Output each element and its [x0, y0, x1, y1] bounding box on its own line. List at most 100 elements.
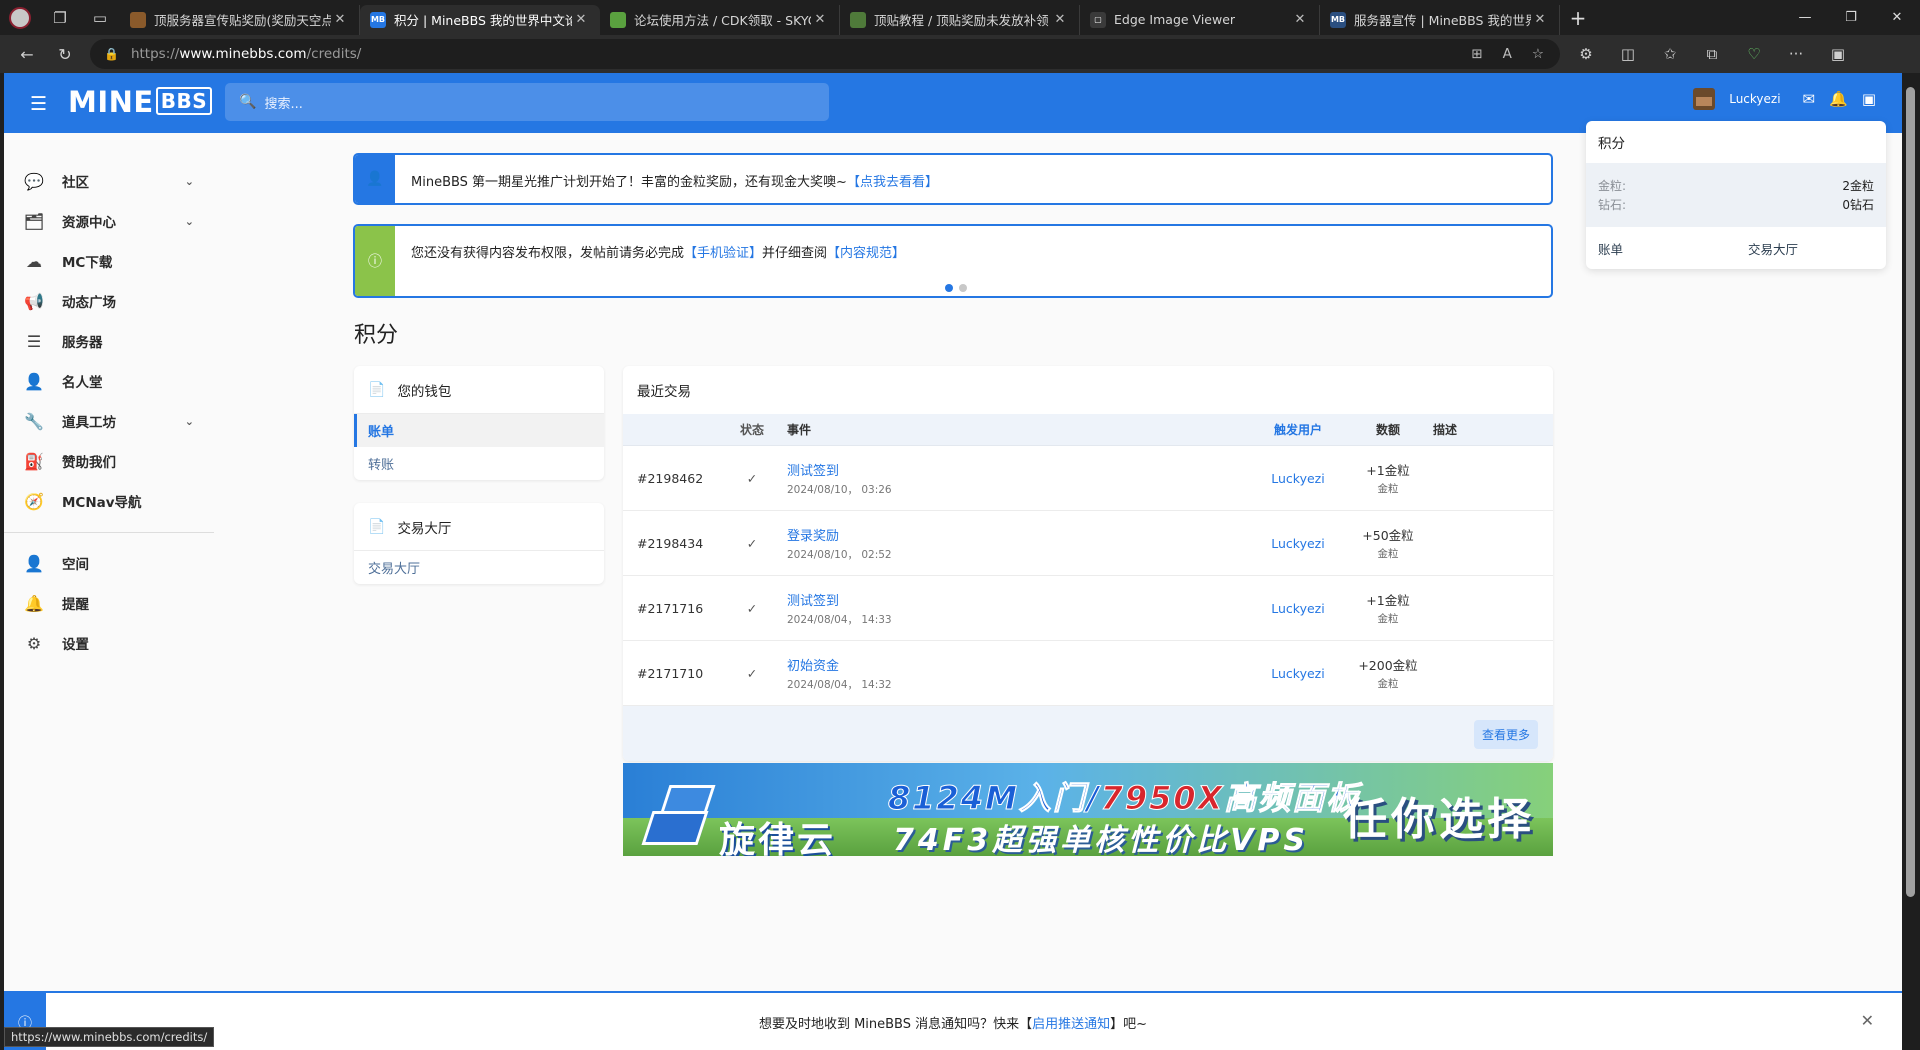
- event-link[interactable]: 测试签到: [787, 460, 1243, 479]
- split-screen-icon[interactable]: ◫: [1610, 39, 1646, 69]
- browser-essentials-icon[interactable]: ♡: [1736, 39, 1772, 69]
- lock-icon[interactable]: 🔒: [104, 47, 119, 61]
- tab-actions-icon[interactable]: ▭: [80, 0, 120, 35]
- sidebar-item[interactable]: 💬 社区 ⌄: [4, 161, 214, 201]
- sidebar-item[interactable]: 🧭 MCNav导航: [4, 481, 214, 521]
- sidebar-item[interactable]: 🔧 道具工坊 ⌄: [4, 401, 214, 441]
- favorites-icon[interactable]: ✩: [1652, 39, 1688, 69]
- profile-icon[interactable]: [0, 0, 40, 35]
- read-aloud-icon[interactable]: A: [1503, 46, 1512, 62]
- refresh-icon[interactable]: ↻: [46, 38, 84, 70]
- carousel-dot-2[interactable]: [959, 284, 967, 292]
- phone-verify-link[interactable]: 【手机验证】: [684, 246, 762, 261]
- extensions-icon[interactable]: ⚙: [1568, 39, 1604, 69]
- browser-tab[interactable]: 论坛使用方法 / CDK领取 - SKYCI ✕: [600, 4, 840, 35]
- avatar[interactable]: [1693, 88, 1716, 110]
- tab-close-icon[interactable]: ✕: [1051, 12, 1069, 27]
- sidebar-item[interactable]: 🗂 资源中心 ⌄: [4, 201, 214, 241]
- menu-hamburger-icon[interactable]: ☰: [30, 93, 47, 115]
- col-desc: 描述: [1433, 423, 1458, 437]
- tab-close-icon[interactable]: ✕: [1291, 12, 1309, 27]
- sidebar-item[interactable]: ☁ MC下载: [4, 241, 214, 281]
- sidebar-item[interactable]: ☰ 服务器: [4, 321, 214, 361]
- credit-label: 金粒:: [1598, 179, 1627, 193]
- address-bar-row: ← ↻ 🔒 https://www.minebbs.com/credits/ ⊞…: [0, 35, 1920, 73]
- workspaces-icon[interactable]: ❐: [40, 0, 80, 35]
- sidebar-item[interactable]: 👤 名人堂: [4, 361, 214, 401]
- page-scrollbar[interactable]: [1902, 73, 1920, 1050]
- url-scheme: https://: [130, 46, 180, 62]
- browser-tab[interactable]: 顶贴教程 / 顶贴奖励未发放补领 ✕: [840, 4, 1080, 35]
- back-icon[interactable]: ←: [8, 38, 46, 70]
- mail-icon[interactable]: ✉: [1803, 90, 1816, 108]
- browser-tab[interactable]: MB 积分 | MineBBS 我的世界中文论坛 ✕: [360, 4, 600, 35]
- sidebar-item-label: 设置: [62, 637, 89, 653]
- tab-title: Edge Image Viewer: [1114, 12, 1236, 27]
- sidebar-item[interactable]: ⛽ 赞助我们: [4, 441, 214, 481]
- new-tab-button[interactable]: +: [1560, 3, 1596, 33]
- sidebar-item[interactable]: 📢 动态广场: [4, 281, 214, 321]
- carousel-dot-1[interactable]: [945, 284, 953, 292]
- app-available-icon[interactable]: ⊞: [1471, 46, 1482, 62]
- sidebar-toggle-icon[interactable]: ▣: [1820, 39, 1856, 69]
- bell-icon[interactable]: 🔔: [1829, 90, 1848, 108]
- more-menu-icon[interactable]: ···: [1778, 39, 1814, 69]
- tab-close-icon[interactable]: ✕: [331, 12, 349, 27]
- sidebar-item[interactable]: 👤 空间: [4, 543, 214, 583]
- collections-icon[interactable]: ⧉: [1694, 39, 1730, 69]
- browser-tab[interactable]: 顶服务器宣传贴奖励(奖励天空点 ✕: [120, 4, 360, 35]
- search-input[interactable]: 🔍 搜索...: [225, 83, 829, 121]
- ad-banner[interactable]: 8124M入门/7950X高频面板 旋律云 74F3超强单核性价比VPS 任你选…: [623, 763, 1553, 856]
- site-logo[interactable]: MINE BBS: [68, 85, 213, 119]
- content-rules-link[interactable]: 【内容规范】: [827, 246, 905, 261]
- sidebar-item-label: MCNav导航: [62, 495, 142, 511]
- window-close-icon[interactable]: ✕: [1874, 0, 1920, 35]
- url-input[interactable]: 🔒 https://www.minebbs.com/credits/ ⊞ A ☆: [90, 39, 1560, 69]
- sidebar-item[interactable]: ⚙ 设置: [4, 623, 214, 663]
- sidebar-item-icon: 📢: [24, 291, 44, 311]
- tab-close-icon[interactable]: ✕: [1531, 12, 1549, 27]
- chevron-down-icon[interactable]: ⌄: [185, 415, 194, 428]
- wallet-link-bill[interactable]: 账单: [354, 414, 604, 447]
- credits-panel-market-link[interactable]: 交易大厅: [1736, 239, 1886, 258]
- wallet-link-transfer[interactable]: 转账: [354, 447, 604, 480]
- minimize-icon[interactable]: —: [1782, 0, 1828, 35]
- chevron-down-icon[interactable]: ⌄: [185, 215, 194, 228]
- credits-panel-bill-link[interactable]: 账单: [1586, 239, 1736, 258]
- transactions-card: 最近交易 状态 事件 触发用户 数额 描述 #2198462 ✓ 测试签到 2024/…: [623, 366, 1553, 761]
- browser-tab[interactable]: MB 服务器宣传 | MineBBS 我的世界中 ✕: [1320, 4, 1560, 35]
- browser-tab[interactable]: ▢ Edge Image Viewer ✕: [1080, 4, 1320, 35]
- market-link[interactable]: 交易大厅: [354, 551, 604, 584]
- chevron-down-icon[interactable]: ⌄: [185, 175, 194, 188]
- credit-balance-row: 钻石: 0钻石: [1598, 196, 1874, 215]
- restore-icon[interactable]: ❐: [1828, 0, 1874, 35]
- enable-push-link[interactable]: 启用推送通知: [1032, 1017, 1110, 1032]
- close-icon[interactable]: ✕: [1861, 1011, 1874, 1030]
- event-link[interactable]: 初始资金: [787, 655, 1243, 674]
- promo-notice-link[interactable]: 【点我去看看】: [847, 175, 938, 190]
- favorite-star-icon[interactable]: ☆: [1532, 46, 1544, 62]
- col-status: 状态: [739, 423, 764, 437]
- user-link[interactable]: Luckyezi: [1243, 601, 1353, 616]
- user-link[interactable]: Luckyezi: [1243, 471, 1353, 486]
- search-placeholder: 搜索...: [264, 96, 303, 112]
- wallet-icon[interactable]: ▣: [1862, 90, 1876, 108]
- credit-value: 2金粒: [1842, 179, 1874, 193]
- sidebar-item-label: 资源中心: [62, 215, 116, 231]
- user-link[interactable]: Luckyezi: [1243, 666, 1353, 681]
- sidebar-item-icon: ☰: [26, 331, 42, 351]
- amount-value: +1金粒: [1366, 463, 1410, 478]
- sidebar-item[interactable]: 🔔 提醒: [4, 583, 214, 623]
- event-date: 2024/08/10， 02:52: [787, 548, 892, 561]
- event-link[interactable]: 登录奖励: [787, 525, 1243, 544]
- tab-favicon: MB: [370, 11, 386, 28]
- view-more-button[interactable]: 查看更多: [1473, 720, 1538, 749]
- sidebar-item-icon: 👤: [24, 553, 44, 573]
- tab-close-icon[interactable]: ✕: [811, 12, 829, 27]
- credit-balance-row: 金粒: 2金粒: [1598, 177, 1874, 196]
- username-link[interactable]: Luckyezi: [1729, 92, 1780, 106]
- event-link[interactable]: 测试签到: [787, 590, 1243, 609]
- scrollbar-thumb[interactable]: [1906, 87, 1915, 897]
- user-link[interactable]: Luckyezi: [1243, 536, 1353, 551]
- tab-close-icon[interactable]: ✕: [572, 12, 590, 27]
